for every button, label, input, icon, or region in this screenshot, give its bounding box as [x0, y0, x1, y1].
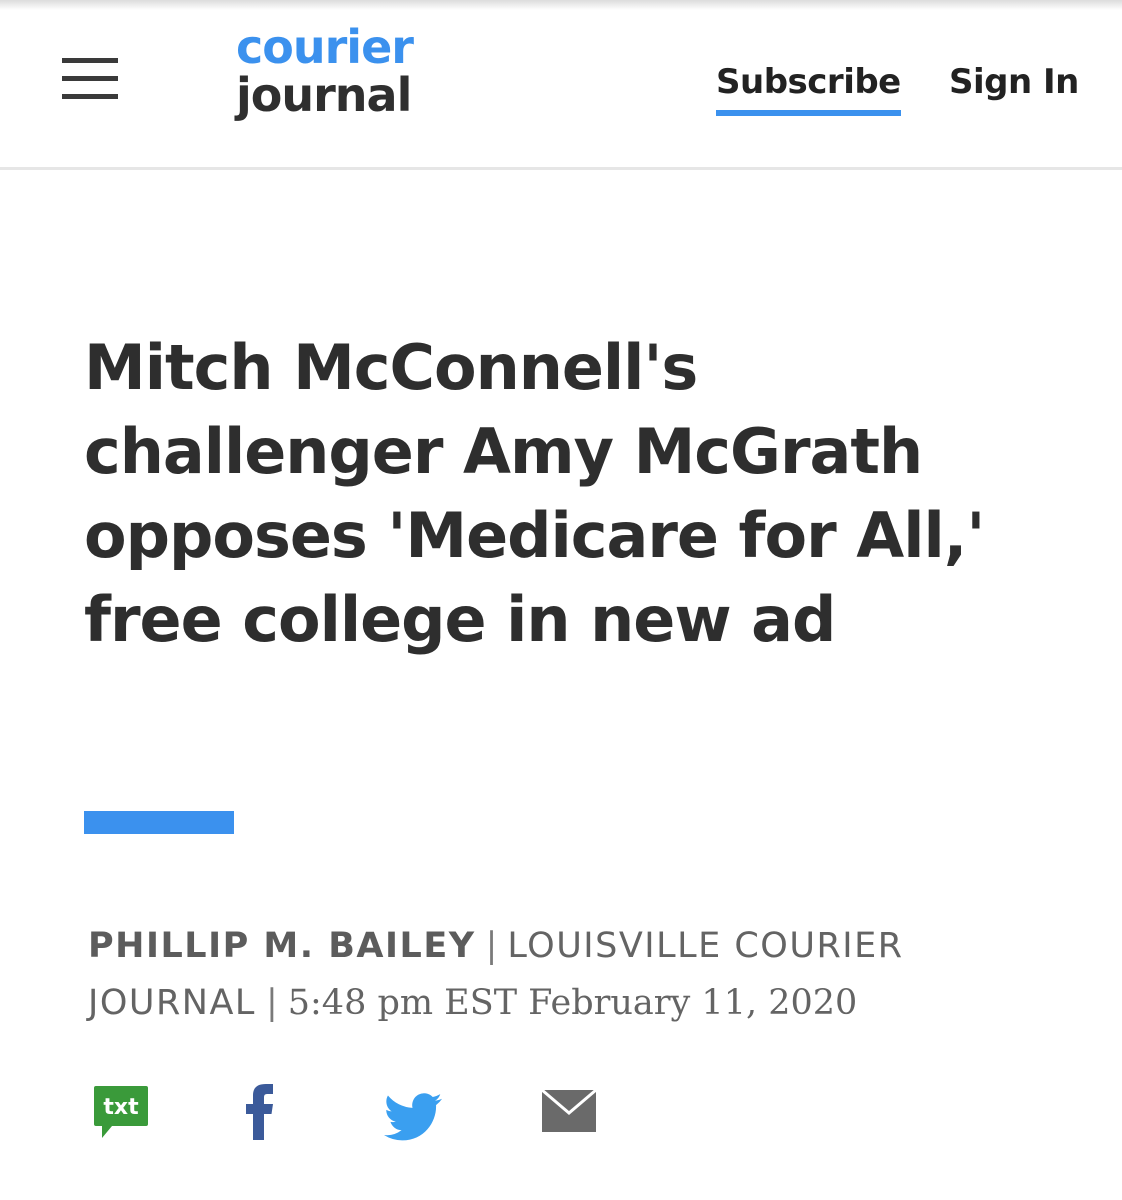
subscribe-link[interactable]: Subscribe	[716, 62, 901, 116]
menu-bar-top	[62, 58, 118, 63]
facebook-icon	[246, 1084, 273, 1140]
share-twitter-button[interactable]	[384, 1080, 442, 1144]
twitter-icon	[384, 1093, 442, 1141]
publish-timestamp: 5:48 pm EST February 11, 2020	[287, 983, 858, 1023]
author-name[interactable]: PHILLIP M. BAILEY	[88, 926, 476, 966]
share-email-button[interactable]	[540, 1080, 598, 1144]
site-logo[interactable]: courier journal	[236, 24, 446, 118]
share-sms-button[interactable]: txt	[92, 1080, 150, 1144]
headline-accent-bar	[84, 811, 234, 834]
logo-courier: courier	[236, 20, 414, 74]
hamburger-menu-icon[interactable]	[62, 58, 118, 100]
logo-journal: journal	[236, 68, 412, 122]
article-headline: Mitch McConnell's challenger Amy McGrath…	[84, 331, 985, 656]
sms-icon: txt	[94, 1086, 148, 1138]
share-facebook-button[interactable]	[240, 1080, 280, 1144]
sign-in-link[interactable]: Sign In	[949, 62, 1079, 102]
byline-separator: |	[265, 983, 278, 1023]
email-icon	[541, 1088, 597, 1132]
article-byline: PHILLIP M. BAILEY | LOUISVILLE COURIER JOU…	[88, 918, 1048, 1032]
byline-separator: |	[485, 926, 498, 966]
menu-bar-bottom	[62, 94, 118, 99]
sms-icon-label: txt	[103, 1095, 139, 1120]
site-header: courier journal Subscribe Sign In	[0, 0, 1122, 170]
menu-bar-middle	[62, 76, 118, 81]
